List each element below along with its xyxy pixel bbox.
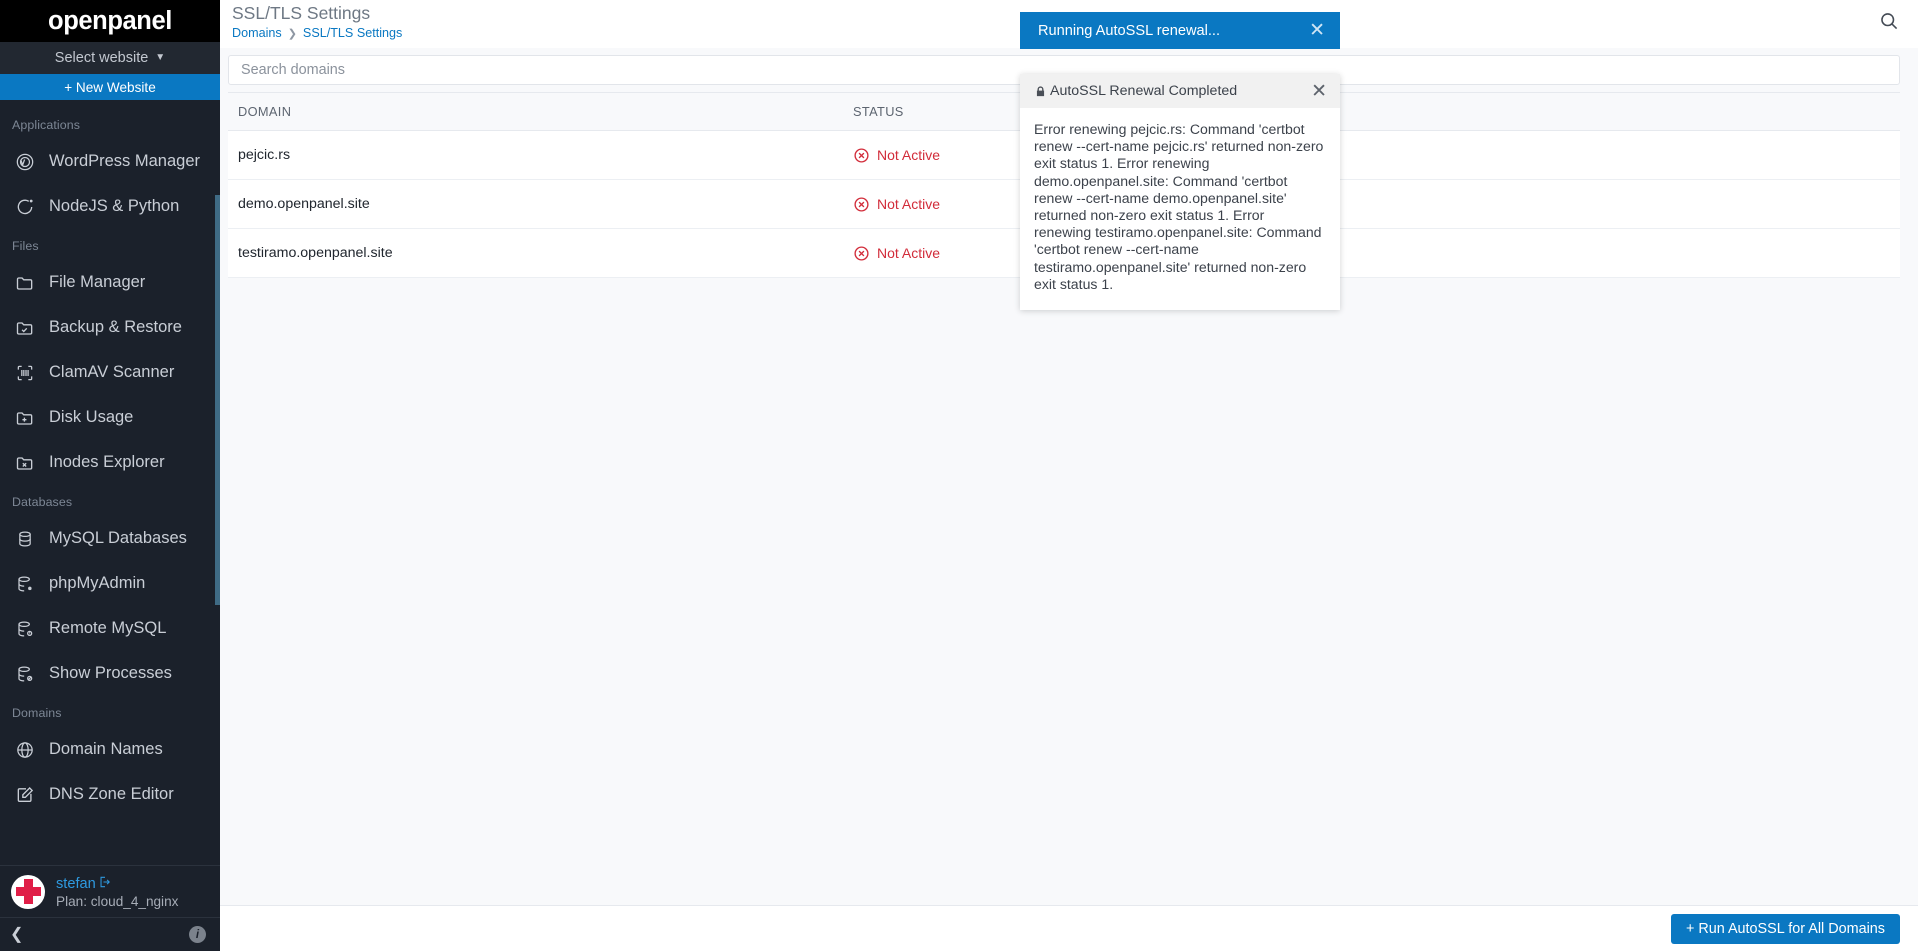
cell-domain: testiramo.openpanel.site bbox=[228, 228, 843, 278]
sidebar-item-label: MySQL Databases bbox=[49, 529, 187, 547]
sidebar-item-backup-restore[interactable]: Backup & Restore bbox=[0, 305, 220, 350]
page-title: SSL/TLS Settings bbox=[232, 3, 371, 23]
user-plan-label: Plan: cloud_4_nginx bbox=[56, 893, 179, 909]
nav-section-title-applications: Applications bbox=[12, 118, 81, 132]
nodejs-icon bbox=[14, 196, 36, 218]
run-autossl-all-button[interactable]: + Run AutoSSL for All Domains bbox=[1670, 913, 1900, 944]
nav-section-title-databases: Databases bbox=[12, 495, 73, 509]
breadcrumb-separator: ❯ bbox=[287, 27, 297, 40]
breadcrumb-current[interactable]: SSL/TLS Settings bbox=[303, 26, 402, 40]
notification-panel: AutoSSL Renewal Completed ✕ Error renewi… bbox=[1020, 74, 1340, 310]
status-label: Not Active bbox=[877, 147, 941, 163]
nav-section-title-files: Files bbox=[12, 239, 39, 253]
globe-icon bbox=[14, 739, 36, 761]
sidebar-item-dns-zone-editor[interactable]: DNS Zone Editor bbox=[0, 772, 220, 817]
sidebar-item-label: File Manager bbox=[49, 273, 146, 291]
sidebar-item-label: NodeJS & Python bbox=[49, 197, 180, 215]
sidebar-item-label: Remote MySQL bbox=[49, 619, 167, 637]
sidebar-item-label: Inodes Explorer bbox=[49, 453, 165, 471]
scan-icon bbox=[14, 362, 36, 384]
folder-icon bbox=[14, 272, 36, 294]
nav-section-title-domains: Domains bbox=[12, 706, 62, 720]
sidebar-item-mysql-databases[interactable]: MySQL Databases bbox=[0, 516, 220, 561]
sidebar-item-show-processes[interactable]: Show Processes bbox=[0, 651, 220, 696]
sidebar-nav: Applications WordPress Manager NodeJS & … bbox=[0, 100, 220, 865]
database-cog-icon bbox=[14, 573, 36, 595]
sidebar-item-label: Disk Usage bbox=[49, 408, 134, 426]
sidebar-item-label: phpMyAdmin bbox=[49, 574, 146, 592]
sidebar-item-label: ClamAV Scanner bbox=[49, 363, 175, 381]
sidebar-user-block[interactable]: stefan Plan: cloud_4_nginx bbox=[0, 865, 220, 917]
bottom-action-bar: + Run AutoSSL for All Domains bbox=[220, 905, 1918, 951]
cell-domain: demo.openpanel.site bbox=[228, 179, 843, 229]
column-header-domain[interactable]: DOMAIN bbox=[228, 92, 843, 131]
close-icon[interactable]: ✕ bbox=[1311, 82, 1327, 101]
user-meta: stefan Plan: cloud_4_nginx bbox=[56, 875, 178, 909]
app-root: openpanel Select website ▼ + New Website… bbox=[0, 0, 1918, 951]
sidebar-item-remote-mysql[interactable]: Remote MySQL bbox=[0, 606, 220, 651]
sidebar-item-domain-names[interactable]: Domain Names bbox=[0, 727, 220, 772]
chevron-left-icon[interactable]: ❮ bbox=[10, 926, 23, 943]
sidebar-item-label: Show Processes bbox=[49, 664, 172, 682]
website-selector-label: Select website bbox=[54, 50, 149, 66]
info-icon[interactable]: i bbox=[189, 926, 206, 943]
database-alert-icon bbox=[14, 618, 36, 640]
toast-message: Running AutoSSL renewal... bbox=[1038, 22, 1221, 39]
run-autossl-all-label: + Run AutoSSL for All Domains bbox=[1685, 920, 1885, 937]
notification-header: AutoSSL Renewal Completed ✕ bbox=[1020, 74, 1340, 108]
sidebar-item-phpmyadmin[interactable]: phpMyAdmin bbox=[0, 561, 220, 606]
notification-body: Error renewing pejcic.rs: Command 'certb… bbox=[1034, 121, 1324, 292]
sidebar-item-label: WordPress Manager bbox=[49, 152, 201, 170]
sidebar-item-disk-usage[interactable]: Disk Usage bbox=[0, 395, 220, 440]
folder-plus-icon bbox=[14, 407, 36, 429]
brand-text: openpanel bbox=[48, 6, 172, 35]
new-website-label: + New Website bbox=[64, 79, 156, 95]
close-icon[interactable]: ✕ bbox=[1309, 21, 1325, 40]
sidebar-item-wordpress-manager[interactable]: WordPress Manager bbox=[0, 139, 220, 184]
logout-icon[interactable] bbox=[98, 875, 112, 893]
error-circle-icon bbox=[853, 245, 870, 262]
folder-x-icon bbox=[14, 452, 36, 474]
user-name-label: stefan bbox=[56, 875, 96, 892]
sidebar-item-file-manager[interactable]: File Manager bbox=[0, 260, 220, 305]
cell-domain: pejcic.rs bbox=[228, 130, 843, 180]
search-icon[interactable] bbox=[1878, 2, 1900, 32]
status-label: Not Active bbox=[877, 196, 941, 212]
sidebar-footer: ❮ i bbox=[0, 917, 220, 951]
error-circle-icon bbox=[853, 147, 870, 164]
edit-square-icon bbox=[14, 784, 36, 806]
sidebar-item-nodejs-python[interactable]: NodeJS & Python bbox=[0, 184, 220, 229]
user-name-logout[interactable]: stefan bbox=[56, 875, 178, 893]
database-off-icon bbox=[14, 663, 36, 685]
main-content: SSL/TLS Settings Domains ❯ SSL/TLS Setti… bbox=[220, 0, 1918, 951]
new-website-button[interactable]: + New Website bbox=[0, 74, 220, 100]
page-header: SSL/TLS Settings Domains ❯ SSL/TLS Setti… bbox=[232, 2, 402, 40]
sidebar-item-label: DNS Zone Editor bbox=[49, 785, 174, 803]
folder-check-icon bbox=[14, 317, 36, 339]
brand-logo[interactable]: openpanel bbox=[0, 0, 220, 42]
avatar bbox=[11, 874, 45, 909]
sidebar-item-inodes-explorer[interactable]: Inodes Explorer bbox=[0, 440, 220, 485]
lock-icon bbox=[1034, 85, 1047, 98]
error-circle-icon bbox=[853, 196, 870, 213]
sidebar-item-clamav-scanner[interactable]: ClamAV Scanner bbox=[0, 350, 220, 395]
database-icon bbox=[14, 528, 36, 550]
chevron-down-icon: ▼ bbox=[155, 52, 166, 63]
sidebar-item-label: Domain Names bbox=[49, 740, 163, 758]
wordpress-icon bbox=[14, 151, 36, 173]
notification-title: AutoSSL Renewal Completed bbox=[1050, 83, 1238, 99]
status-label: Not Active bbox=[877, 245, 941, 261]
sidebar: openpanel Select website ▼ + New Website… bbox=[0, 0, 220, 951]
toast-notification: Running AutoSSL renewal... ✕ bbox=[1020, 12, 1340, 49]
breadcrumb-parent[interactable]: Domains bbox=[232, 26, 282, 40]
sidebar-item-label: Backup & Restore bbox=[49, 318, 182, 336]
notification-header-left: AutoSSL Renewal Completed bbox=[1034, 83, 1237, 99]
breadcrumb: Domains ❯ SSL/TLS Settings bbox=[232, 26, 402, 40]
website-selector[interactable]: Select website ▼ bbox=[0, 42, 220, 74]
